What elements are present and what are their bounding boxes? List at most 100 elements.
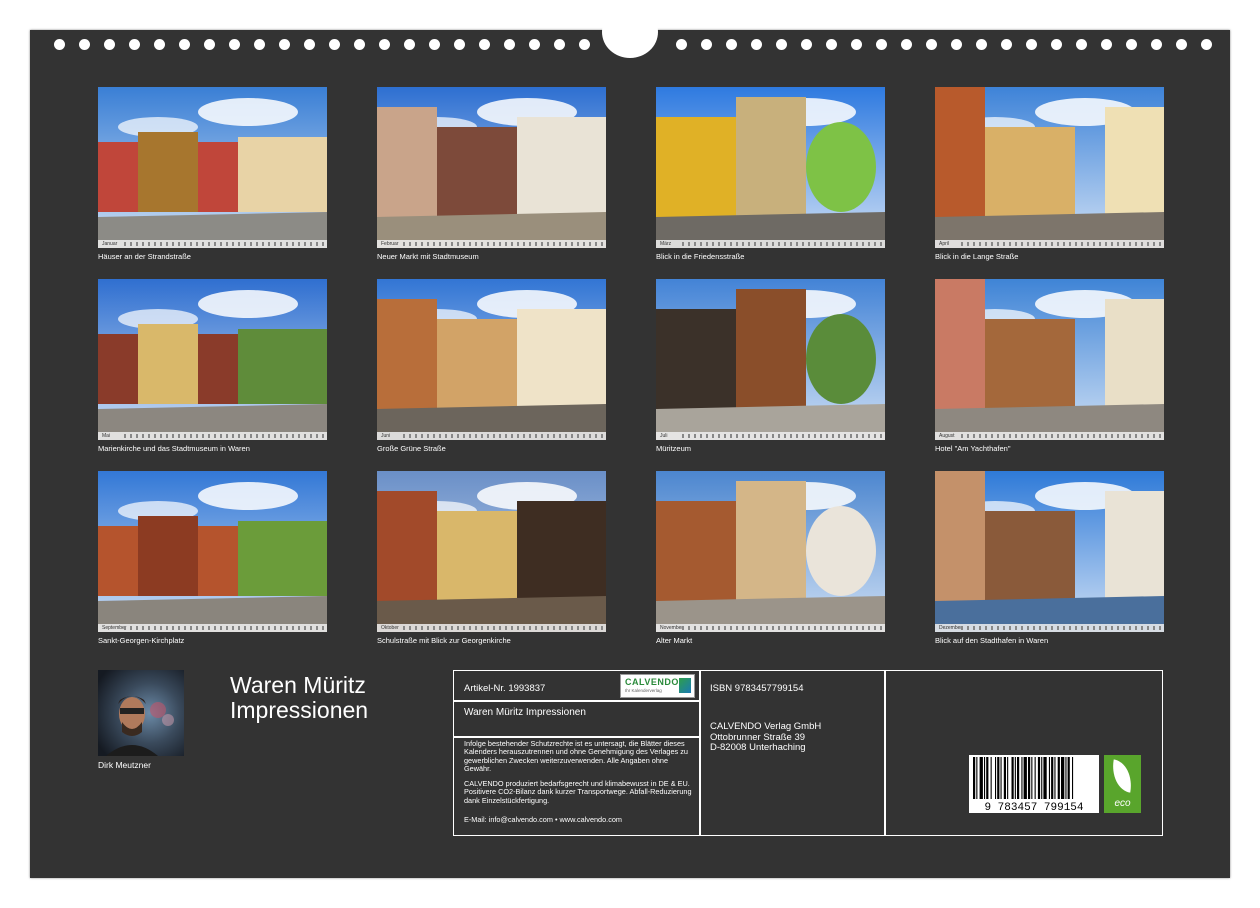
photo-caption: Alter Markt (656, 636, 693, 645)
mini-calendar-strip: Mai (98, 432, 327, 440)
photo-caption: Blick auf den Stadthafen in Waren (935, 636, 1049, 645)
month-photo: Dezember (935, 471, 1164, 632)
photo-caption: Hotel "Am Yachthafen" (935, 444, 1011, 453)
binding-hole (901, 39, 912, 50)
photo-caption: Sankt-Georgen-Kirchplatz (98, 636, 185, 645)
leaf-icon (1108, 759, 1136, 793)
calendar-title: Waren Müritz Impressionen (230, 673, 368, 723)
title-line-2: Impressionen (230, 697, 369, 723)
month-tile: Januar Häuser an der Strandstraße (98, 87, 327, 261)
month-tile: November Alter Markt (656, 471, 885, 645)
author-name: Dirk Meutzner (98, 760, 151, 770)
contact-line: E-Mail: info@calvendo.com • www.calvendo… (464, 815, 622, 824)
day-ticks (682, 434, 882, 438)
binding-hole (279, 39, 290, 50)
publisher-name: CALVENDO Verlag GmbH (710, 721, 822, 732)
month-label: Februar (381, 241, 399, 247)
binding-hole (951, 39, 962, 50)
legal-notice: Infolge bestehender Schutzrechte ist es … (464, 739, 688, 773)
month-photo: August (935, 279, 1164, 440)
binding-hole (504, 39, 515, 50)
month-tile: April Blick in die Lange Straße (935, 87, 1164, 261)
article-number: Artikel-Nr. 1993837 (464, 683, 546, 694)
photo-caption: Blick in die Friedensstraße (656, 252, 745, 261)
day-ticks (403, 242, 603, 246)
month-label: Dezember (939, 625, 963, 631)
mini-calendar-strip: Februar (377, 240, 606, 248)
mini-calendar-strip: März (656, 240, 885, 248)
binding-hole (229, 39, 240, 50)
binding-hole (579, 39, 590, 50)
binding-hole (1101, 39, 1112, 50)
eco-label: eco (1114, 798, 1131, 809)
binding-hole (676, 39, 687, 50)
binding-hole (129, 39, 140, 50)
climate-notice: CALVENDO produziert bedarfsgerecht und k… (464, 779, 692, 805)
mini-calendar-strip: Dezember (935, 624, 1164, 632)
binding-hole (1176, 39, 1187, 50)
month-label: Mai (102, 433, 111, 439)
month-tile: Juni Große Grüne Straße (377, 279, 606, 453)
mini-calendar-strip: April (935, 240, 1164, 248)
binding-hole (1151, 39, 1162, 50)
photo-caption: Häuser an der Strandstraße (98, 252, 191, 261)
binding-hole (851, 39, 862, 50)
mini-calendar-strip: August (935, 432, 1164, 440)
binding-hole (154, 39, 165, 50)
month-tile: Mai Marienkirche und das Stadtmuseum in W… (98, 279, 327, 453)
month-photo: April (935, 87, 1164, 248)
month-tile: Oktober Schulstraße mit Blick zur Georgen… (377, 471, 606, 645)
binding-hole (976, 39, 987, 50)
publisher-info-box: Artikel-Nr. 1993837 CALVENDO Ihr Kalende… (453, 670, 1163, 836)
binding-hole (204, 39, 215, 50)
month-label: Juli (660, 433, 668, 439)
photo-caption: Marienkirche und das Stadtmuseum in Ware… (98, 444, 250, 453)
divider (699, 671, 701, 835)
month-photo: März (656, 87, 885, 248)
binding-hole (776, 39, 787, 50)
binding-hole (1026, 39, 1037, 50)
binding-hole (179, 39, 190, 50)
mini-calendar-strip: Januar (98, 240, 327, 248)
month-tile: September Sankt-Georgen-Kirchplatz (98, 471, 327, 645)
title-line-1: Waren Müritz (230, 672, 366, 698)
photo-caption: Müritzeum (656, 444, 692, 453)
mini-calendar-strip: Juni (377, 432, 606, 440)
binding-hole (79, 39, 90, 50)
binding-hole (701, 39, 712, 50)
binding-hole (329, 39, 340, 50)
binding-hole (529, 39, 540, 50)
photo-caption: Blick in die Lange Straße (935, 252, 1019, 261)
binding-hole (404, 39, 415, 50)
product-title: Waren Müritz Impressionen (464, 707, 586, 718)
eco-badge: eco (1104, 755, 1141, 813)
month-photo: Juli (656, 279, 885, 440)
day-ticks (682, 242, 882, 246)
month-label: November (660, 625, 684, 631)
day-ticks (124, 626, 324, 630)
month-tile: März Blick in die Friedensstraße (656, 87, 885, 261)
photo-caption: Neuer Markt mit Stadtmuseum (377, 252, 479, 261)
binding-hole (554, 39, 565, 50)
month-tile: Juli Müritzeum (656, 279, 885, 453)
divider (454, 700, 699, 702)
binding-hole (1126, 39, 1137, 50)
author-portrait (98, 670, 184, 756)
binding-hole (354, 39, 365, 50)
binding-hole (254, 39, 265, 50)
day-ticks (961, 626, 1161, 630)
day-ticks (124, 434, 324, 438)
mini-calendar-strip: Juli (656, 432, 885, 440)
month-label: Juni (381, 433, 391, 439)
month-tile: Februar Neuer Markt mit Stadtmuseum (377, 87, 606, 261)
publisher-address: CALVENDO Verlag GmbH Ottobrunner Straße … (710, 721, 822, 754)
month-photo: Juni (377, 279, 606, 440)
binding-hole (1001, 39, 1012, 50)
publisher-city: D-82008 Unterhaching (710, 742, 806, 753)
month-label: April (939, 241, 950, 247)
divider (884, 671, 886, 835)
month-photo: November (656, 471, 885, 632)
month-photo: Februar (377, 87, 606, 248)
day-ticks (961, 242, 1161, 246)
month-tile: Dezember Blick auf den Stadthafen in Ware… (935, 471, 1164, 645)
